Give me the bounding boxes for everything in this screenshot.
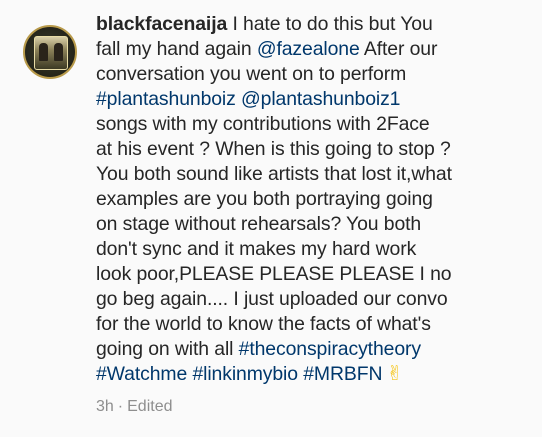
comment: blackfacenaija I hate to do this but You… <box>0 0 542 437</box>
hashtag-link[interactable]: #MRBFN <box>303 363 382 385</box>
avatar-image <box>34 36 68 70</box>
mention-link[interactable]: @plantashunboiz1 <box>241 88 400 110</box>
comment-text: conversation you went on to perform <box>96 63 407 85</box>
comment-time[interactable]: 3h <box>96 398 114 415</box>
comment-body: blackfacenaija I hate to do this but You… <box>96 12 516 387</box>
comment-text: at his event ? When is this going to sto… <box>96 138 451 160</box>
comment-text: You both sound like artists that lost it… <box>96 163 452 185</box>
comment-text: go beg again.... I just uploaded our con… <box>96 288 448 310</box>
comment-line: #Watchme #linkinmybio #MRBFN ✌ <box>96 362 516 387</box>
comment-line: fall my hand again @fazealone After our <box>96 37 516 62</box>
avatar[interactable] <box>23 25 77 79</box>
meta-separator: · <box>117 398 124 415</box>
comment-line: for the world to know the facts of what'… <box>96 312 516 337</box>
victory-hand-icon: ✌ <box>386 363 404 385</box>
comment-text: I hate to do this but You <box>227 13 433 35</box>
hashtag-link[interactable]: #linkinmybio <box>192 363 298 385</box>
comment-line: #plantashunboiz @plantashunboiz1 <box>96 87 516 112</box>
comment-line: don't sync and it makes my hard work <box>96 237 516 262</box>
comment-line: look poor,PLEASE PLEASE PLEASE I no <box>96 262 516 287</box>
comment-text: examples are you both portraying going <box>96 188 433 210</box>
comment-text: fall my hand again <box>96 38 257 60</box>
hashtag-link[interactable]: #plantashunboiz <box>96 88 236 110</box>
comment-line: at his event ? When is this going to sto… <box>96 137 516 162</box>
comment-line: go beg again.... I just uploaded our con… <box>96 287 516 312</box>
comment-line: examples are you both portraying going <box>96 187 516 212</box>
comment-line: blackfacenaija I hate to do this but You <box>96 12 516 37</box>
comment-meta: 3h · Edited <box>96 398 173 416</box>
comment-text: songs with my contributions with 2Face <box>96 113 430 135</box>
comment-line: You both sound like artists that lost it… <box>96 162 516 187</box>
username-link[interactable]: blackfacenaija <box>96 13 227 35</box>
comment-text: look poor,PLEASE PLEASE PLEASE I no <box>96 263 452 285</box>
comment-text: don't sync and it makes my hard work <box>96 238 417 260</box>
comment-line: going on with all #theconspiracytheory <box>96 337 516 362</box>
comment-text: on stage without rehearsals? You both <box>96 213 422 235</box>
comment-line: songs with my contributions with 2Face <box>96 112 516 137</box>
mention-link[interactable]: @fazealone <box>257 38 360 60</box>
comment-line: on stage without rehearsals? You both <box>96 212 516 237</box>
edited-label: Edited <box>127 398 173 415</box>
comment-line: conversation you went on to perform <box>96 62 516 87</box>
hashtag-link[interactable]: #theconspiracytheory <box>239 338 421 360</box>
hashtag-link[interactable]: #Watchme <box>96 363 187 385</box>
comment-text: going on with all <box>96 338 239 360</box>
comment-text: After our <box>359 38 438 60</box>
comment-text: for the world to know the facts of what'… <box>96 313 431 335</box>
